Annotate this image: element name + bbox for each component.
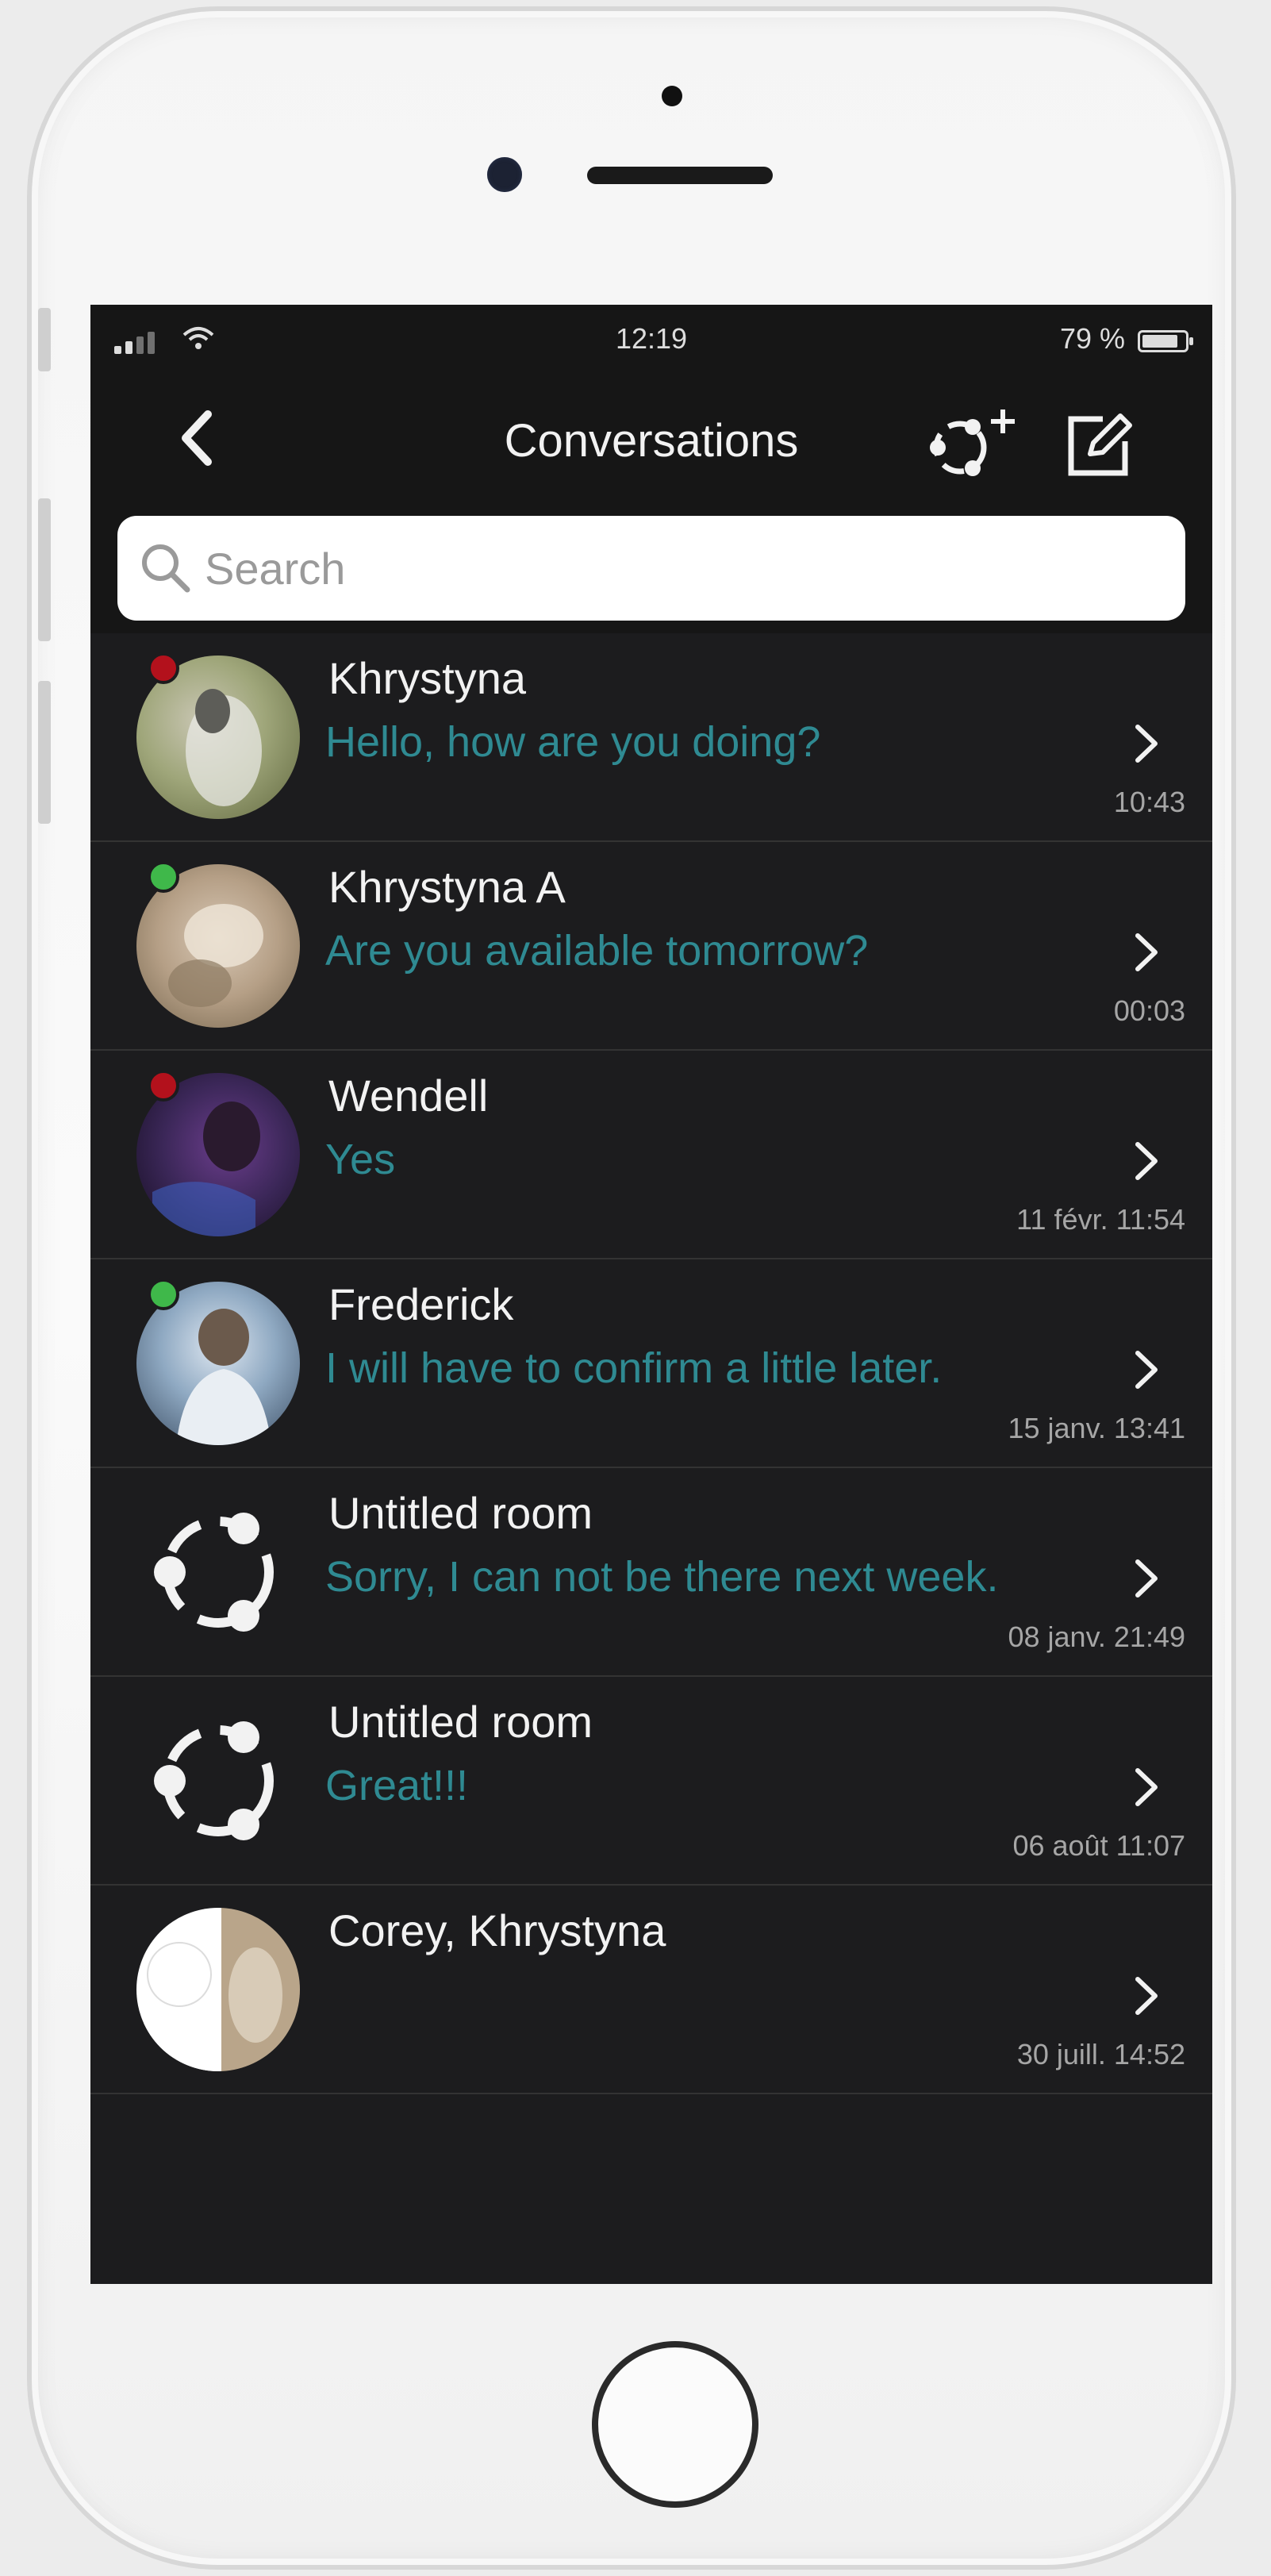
presence-indicator <box>148 1070 179 1102</box>
contact-name: Corey, Khrystyna <box>328 1905 666 1955</box>
conversation-row[interactable]: Wendell Yes 11 févr. 11:54 <box>90 1051 1212 1259</box>
message-preview: Hello, how are you doing? <box>325 718 821 766</box>
create-room-button[interactable] <box>920 403 1023 483</box>
proximity-sensor <box>662 86 682 106</box>
room-add-icon <box>930 409 1015 476</box>
chevron-right-icon <box>1135 1977 1158 2015</box>
battery-icon <box>1138 330 1193 352</box>
home-button[interactable] <box>592 2341 758 2508</box>
message-time: 08 janv. 21:49 <box>1008 1621 1185 1653</box>
room-icon <box>136 1490 300 1654</box>
message-time: 06 août 11:07 <box>1012 1829 1185 1862</box>
message-preview: Sorry, I can not be there next week. <box>325 1553 999 1601</box>
contact-name: Khrystyna A <box>328 862 566 912</box>
contact-name: Untitled room <box>328 1488 593 1538</box>
volume-down-button <box>38 681 51 824</box>
compose-icon <box>1068 413 1132 476</box>
message-time: 30 juill. 14:52 <box>1016 2038 1185 2070</box>
conversation-row[interactable]: Untitled room Sorry, I can not be there … <box>90 1468 1212 1677</box>
volume-up-button <box>38 498 51 641</box>
app-screen: 12:19 79 % Conversations Search Khrystyn… <box>90 305 1212 2284</box>
chevron-right-icon <box>1135 1351 1158 1389</box>
group-avatar <box>136 1908 300 2071</box>
search-box[interactable] <box>117 516 1185 621</box>
message-time: 10:43 <box>1113 786 1185 818</box>
presence-indicator <box>148 861 179 893</box>
navigation-bar: Conversations <box>90 376 1212 503</box>
conversation-row[interactable]: Frederick I will have to confirm a littl… <box>90 1259 1212 1468</box>
status-bar: 12:19 79 % <box>90 305 1212 376</box>
chevron-right-icon <box>1135 1559 1158 1598</box>
earpiece-speaker <box>587 167 773 184</box>
chevron-right-icon <box>1135 725 1158 763</box>
contact-name: Frederick <box>328 1279 514 1329</box>
message-time: 00:03 <box>1113 994 1185 1027</box>
presence-indicator <box>148 1278 179 1310</box>
search-icon <box>142 544 190 593</box>
chevron-right-icon <box>1135 1768 1158 1806</box>
battery-percentage: 79 % <box>1059 322 1125 355</box>
mute-switch <box>38 308 51 371</box>
search-bar <box>90 503 1212 633</box>
presence-indicator <box>148 652 179 684</box>
compose-button[interactable] <box>1063 409 1135 481</box>
conversation-row[interactable]: Khrystyna A Are you available tomorrow? … <box>90 842 1212 1051</box>
message-preview: Yes <box>325 1136 396 1183</box>
conversation-list: Khrystyna Hello, how are you doing? 10:4… <box>90 633 1212 2094</box>
message-time: 11 févr. 11:54 <box>1016 1203 1185 1236</box>
contact-name: Untitled room <box>328 1697 593 1747</box>
message-preview: I will have to confirm a little later. <box>325 1344 943 1392</box>
message-time: 15 janv. 13:41 <box>1008 1412 1185 1444</box>
chevron-right-icon <box>1135 933 1158 971</box>
conversation-row[interactable]: Khrystyna Hello, how are you doing? 10:4… <box>90 633 1212 842</box>
message-preview: Great!!! <box>325 1762 469 1809</box>
chevron-right-icon <box>1135 1142 1158 1180</box>
front-camera <box>487 157 522 192</box>
conversation-row[interactable]: Untitled room Great!!! 06 août 11:07 <box>90 1677 1212 1886</box>
search-input[interactable] <box>203 541 1079 595</box>
message-preview: Are you available tomorrow? <box>325 927 869 975</box>
room-icon <box>136 1699 300 1863</box>
status-time: 12:19 <box>615 322 688 355</box>
contact-name: Khrystyna <box>328 653 526 703</box>
conversation-row[interactable]: Corey, Khrystyna 30 juill. 14:52 <box>90 1886 1212 2094</box>
page-title: Conversations <box>504 415 799 467</box>
contact-name: Wendell <box>328 1071 489 1121</box>
